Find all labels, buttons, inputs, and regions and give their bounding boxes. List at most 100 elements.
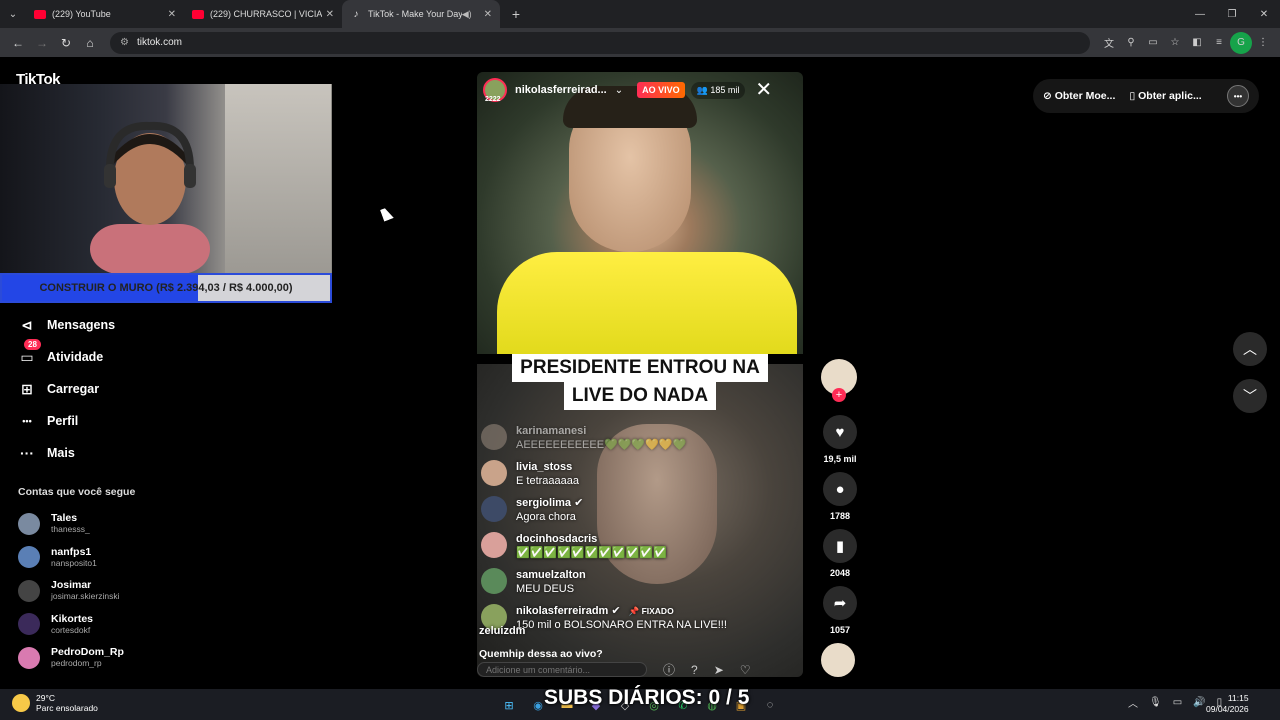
- sidebar-item-atividade[interactable]: ▭ 28 Atividade: [16, 339, 316, 373]
- following-account-kikortes[interactable]: Kikortes cortesdokf: [18, 608, 318, 642]
- comment-user[interactable]: karinamanesi: [516, 424, 686, 438]
- host-tag: 2222: [485, 96, 501, 103]
- zoom-icon[interactable]: ⚲: [1120, 32, 1142, 54]
- windows-start-icon[interactable]: ⊞: [498, 694, 520, 716]
- network-icon[interactable]: ▭: [1173, 697, 1182, 708]
- question-icon[interactable]: ?: [691, 663, 698, 677]
- upload-icon: ⊞: [21, 380, 33, 397]
- verified-icon: ✔: [611, 605, 621, 617]
- save-action: ▮ 2048: [821, 529, 859, 580]
- sidebar-item-mensagens[interactable]: ⊲ Mensagens: [16, 309, 316, 341]
- close-tab-icon[interactable]: ✕: [484, 9, 492, 20]
- extensions-icon[interactable]: ◧: [1186, 32, 1208, 54]
- stream-goal-bar: CONSTRUIR O MURO (R$ 2.394,03 / R$ 4.000…: [0, 273, 332, 303]
- bookmark-icon[interactable]: ▮: [823, 529, 857, 563]
- chevron-down-icon[interactable]: ⌄: [615, 85, 623, 96]
- comment-bubble-icon[interactable]: ●: [823, 472, 857, 506]
- close-icon[interactable]: ✕: [755, 80, 772, 100]
- url-input[interactable]: ⚙ tiktok.com: [110, 31, 1090, 54]
- video-shirt: [497, 252, 797, 354]
- comment-action: ● 1788: [821, 472, 859, 523]
- previous-video-button[interactable]: ︿: [1233, 332, 1267, 366]
- sidebar-item-label: Mensagens: [47, 318, 116, 332]
- microphone-icon[interactable]: 🎙: [1149, 697, 1162, 708]
- tab-search-icon[interactable]: ⌄: [0, 0, 26, 28]
- avatar: [481, 568, 507, 594]
- restore-icon[interactable]: ❐: [1216, 0, 1248, 28]
- get-coins-button[interactable]: ⊘ Obter Moe...: [1043, 90, 1115, 102]
- comment-user[interactable]: nikolasferreiradm ✔ 📌 FIXADO: [516, 604, 727, 618]
- media-icon[interactable]: ≡: [1208, 32, 1230, 54]
- info-icon[interactable]: ⓘ: [663, 661, 675, 677]
- new-tab-button[interactable]: +: [506, 4, 526, 24]
- close-window-icon[interactable]: ✕: [1248, 0, 1280, 28]
- get-coins-label: Obter Moe...: [1054, 90, 1116, 102]
- account-menu-icon[interactable]: •••: [1227, 85, 1249, 107]
- webcam-overlay: [0, 84, 332, 274]
- account-handle: pedrodom_rp: [51, 658, 102, 669]
- translate-icon[interactable]: 文: [1098, 32, 1120, 54]
- following-account-josimar[interactable]: Josimar josimar.skierzinski: [18, 574, 318, 608]
- creator-avatar[interactable]: +: [821, 359, 857, 402]
- follow-plus-icon[interactable]: +: [832, 388, 846, 402]
- sidebar-item-carregar[interactable]: ⊞ Carregar: [16, 373, 316, 405]
- verified-icon: ✔: [574, 497, 584, 509]
- minimize-icon[interactable]: —: [1184, 0, 1216, 28]
- cast-icon[interactable]: ▭: [1142, 32, 1164, 54]
- sidebar-item-mais[interactable]: ··· Mais: [16, 437, 316, 469]
- following-account-pedrodom[interactable]: PedroDom_Rp pedrodom_rp: [18, 641, 318, 675]
- send-icon[interactable]: ➤: [714, 663, 724, 677]
- like-small-icon[interactable]: ♡: [740, 663, 751, 677]
- profile-avatar[interactable]: G: [1230, 31, 1252, 54]
- obs-icon[interactable]: ◌: [759, 694, 781, 716]
- clock[interactable]: 11:15 09/04/2026: [1206, 693, 1249, 715]
- sound-disc-avatar[interactable]: [821, 643, 855, 677]
- following-account-nanfps1[interactable]: nanfps1 nansposito1: [18, 541, 318, 575]
- live-question: Quemhip dessa ao vivo?: [479, 648, 603, 660]
- volume-icon[interactable]: 🔊: [1193, 697, 1205, 708]
- bookmark-star-icon[interactable]: ☆: [1164, 32, 1186, 54]
- tab-title: (229) CHURRASCO | VICIADO E: [210, 9, 322, 19]
- sidebar-item-label: Atividade: [47, 350, 104, 364]
- headline-line-1: PRESIDENTE ENTROU NA: [512, 354, 768, 382]
- tab-churrasco[interactable]: (229) CHURRASCO | VICIADO E ✕: [184, 0, 342, 28]
- comment-user[interactable]: docinhosdacris: [516, 532, 667, 546]
- comment-user[interactable]: livia_stoss: [516, 460, 579, 474]
- close-tab-icon[interactable]: ✕: [326, 9, 334, 20]
- share-arrow-icon[interactable]: ➦: [823, 586, 857, 620]
- menu-dots-icon[interactable]: ⋮: [1252, 32, 1274, 54]
- host-name[interactable]: nikolasferreirad...: [515, 84, 607, 96]
- youtube-icon: [192, 9, 204, 19]
- following-account-tales[interactable]: Tales thanesss_: [18, 507, 318, 541]
- youtube-icon: [34, 9, 46, 19]
- reload-icon[interactable]: ↻: [54, 31, 78, 55]
- next-video-button[interactable]: ﹀: [1233, 379, 1267, 413]
- close-tab-icon[interactable]: ✕: [168, 9, 176, 20]
- like-action: ♥ 19,5 mil: [821, 415, 859, 466]
- live-video-player[interactable]: nikolasferreirad... ⌄ AO VIVO 👥 185 mil …: [477, 72, 803, 677]
- sidebar-item-perfil[interactable]: ••• Perfil: [16, 405, 316, 437]
- more-icon: ···: [20, 445, 34, 461]
- tab-tiktok[interactable]: ♪ TikTok - Make Your Day ◀) ✕: [342, 0, 500, 28]
- comment-input[interactable]: [477, 662, 647, 677]
- speaker-icon[interactable]: ◀): [462, 9, 472, 20]
- home-icon[interactable]: ⌂: [78, 31, 102, 55]
- site-info-icon[interactable]: ⚙: [120, 37, 129, 48]
- tab-youtube[interactable]: (229) YouTube ✕: [26, 0, 184, 28]
- address-bar: ← → ↻ ⌂ ⚙ tiktok.com 文 ⚲ ▭ ☆ ◧ ≡ G ⋮: [0, 28, 1280, 57]
- avatar: [18, 579, 40, 602]
- heart-icon[interactable]: ♥: [823, 415, 857, 449]
- viewer-count: 👥 185 mil: [690, 81, 746, 99]
- tray-expand-icon[interactable]: ︿: [1128, 695, 1138, 710]
- comment-text: Agora chora: [516, 511, 576, 523]
- get-app-button[interactable]: ▯ Obter aplic...: [1129, 90, 1201, 102]
- forward-icon[interactable]: →: [30, 31, 54, 55]
- top-right-actions: ⊘ Obter Moe... ▯ Obter aplic... •••: [1033, 79, 1259, 113]
- comment-user[interactable]: sergiolima ✔: [516, 496, 583, 510]
- weather-widget[interactable]: 29°C Parc ensolarado: [12, 693, 98, 713]
- comment-user[interactable]: samuelzalton: [516, 568, 586, 582]
- account-handle: nansposito1: [51, 557, 97, 568]
- comment-text: MEU DEUS: [516, 583, 575, 595]
- back-icon[interactable]: ←: [6, 31, 30, 55]
- temperature: 29°C: [36, 693, 55, 703]
